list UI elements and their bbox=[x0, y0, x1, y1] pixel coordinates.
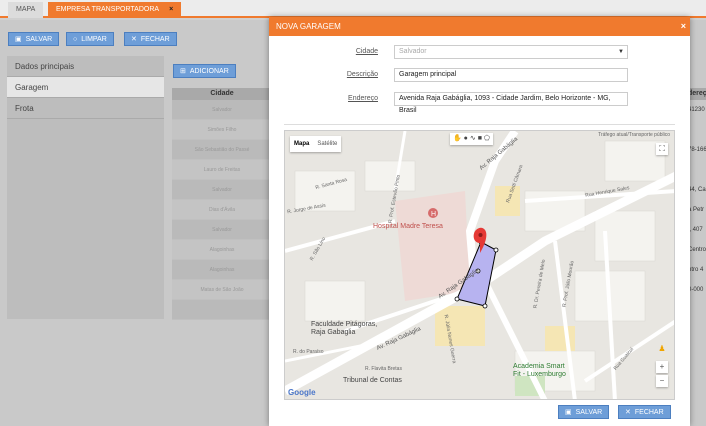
map-label-hospital: Hospital Madre Teresa bbox=[373, 223, 443, 230]
table-cell-endereco: 44, Ca bbox=[688, 187, 706, 193]
dialog-close-label: FECHAR bbox=[634, 409, 664, 416]
save-button-label: SALVAR bbox=[25, 36, 53, 43]
table-body: Salvador Simões Filho São Sebastião do Pas… bbox=[172, 100, 272, 320]
svg-text:H: H bbox=[431, 211, 436, 218]
table-row[interactable]: Simões Filho bbox=[172, 120, 272, 140]
address-label: Endereço bbox=[348, 95, 378, 102]
table-cell-endereco: l, 407 bbox=[688, 227, 703, 233]
garage-table: Cidade Salvador Simões Filho São Sebastião… bbox=[172, 88, 272, 320]
table-row[interactable]: Dias d'Ávila bbox=[172, 200, 272, 220]
plus-square-icon: ⊞ bbox=[180, 68, 186, 75]
address-field[interactable]: Avenida Raja Gabáglia, 1093 - Cidade Jar… bbox=[394, 92, 628, 114]
table-cell-endereco: 0-000 bbox=[688, 287, 704, 293]
table-right-body: 41230 78-166 44, Ca a Petr l, 407 Centro ntro … bbox=[688, 100, 706, 320]
description-label: Descrição bbox=[346, 71, 378, 78]
map-canvas: H bbox=[285, 131, 674, 399]
table-cell-endereco: Centro bbox=[688, 247, 706, 253]
map-attribution[interactable]: Tráfego atual/Transporte público bbox=[598, 132, 670, 138]
chevron-down-icon: ▼ bbox=[618, 49, 624, 55]
tab-bar: MAPA EMPRESA TRANSPORTADORA × bbox=[0, 0, 706, 18]
sidebar-item-frota[interactable]: Frota bbox=[7, 98, 164, 119]
divider bbox=[284, 124, 675, 125]
add-button-label: ADICIONAR bbox=[189, 68, 229, 75]
polygon-icon[interactable]: ⬠ bbox=[484, 135, 490, 142]
polyline-icon[interactable]: ∿ bbox=[470, 135, 476, 142]
close-button[interactable]: ✕ FECHAR bbox=[124, 32, 177, 46]
map-label-paraiso: R. do Paraíso bbox=[293, 349, 324, 355]
table-cell-endereco bbox=[688, 300, 706, 320]
table-row[interactable]: Alagoinhas bbox=[172, 240, 272, 260]
table-cell-endereco: 41230 bbox=[688, 107, 705, 113]
dialog-save-button[interactable]: ▣ SALVAR bbox=[558, 405, 610, 419]
tab-empresa-label: EMPRESA TRANSPORTADORA bbox=[56, 6, 160, 13]
circle-icon: ○ bbox=[73, 36, 78, 43]
table-cell-endereco bbox=[688, 120, 706, 140]
table-header-cidade: Cidade bbox=[172, 88, 272, 100]
sidebar-item-label: Dados principais bbox=[15, 62, 75, 71]
floppy-icon: ▣ bbox=[15, 36, 22, 43]
table-header-endereco: dereço bbox=[688, 88, 706, 100]
table-row[interactable]: Alagoinhas bbox=[172, 260, 272, 280]
table-cell-endereco: 78-166 bbox=[688, 147, 706, 153]
sidebar-item-label: Garagem bbox=[15, 83, 49, 92]
table-row[interactable]: Salvador bbox=[172, 100, 272, 120]
dialog-title: NOVA GARAGEM bbox=[276, 22, 341, 31]
dialog-close-icon[interactable]: × bbox=[681, 17, 686, 36]
close-button-label: FECHAR bbox=[140, 36, 170, 43]
table-row[interactable] bbox=[172, 300, 272, 320]
map-label-faculdade: Faculdade Pitágoras, Raja Gabaglia bbox=[311, 321, 378, 336]
tab-mapa[interactable]: MAPA bbox=[8, 2, 44, 18]
tab-mapa-label: MAPA bbox=[16, 6, 36, 13]
close-icon: ✕ bbox=[131, 36, 137, 43]
table-cell-endereco: ntro 4 bbox=[688, 267, 704, 273]
zoom-in-icon[interactable]: + bbox=[656, 361, 668, 373]
clear-button[interactable]: ○ LIMPAR bbox=[66, 32, 114, 46]
dialog-save-label: SALVAR bbox=[575, 409, 603, 416]
table-row[interactable]: Salvador bbox=[172, 180, 272, 200]
zoom-out-icon[interactable]: − bbox=[656, 375, 668, 387]
sidebar-item-garagem[interactable]: Garagem bbox=[7, 77, 164, 98]
add-button[interactable]: ⊞ ADICIONAR bbox=[173, 64, 236, 78]
sidebar-item-label: Frota bbox=[15, 104, 34, 113]
map-label-academia: Academia Smart Fit - Luxemburgo bbox=[513, 363, 566, 378]
clear-button-label: LIMPAR bbox=[81, 36, 107, 43]
dialog-close-button[interactable]: ✕ FECHAR bbox=[618, 405, 671, 419]
floppy-icon: ▣ bbox=[565, 409, 572, 416]
table-row[interactable]: Matas de São João bbox=[172, 280, 272, 300]
table-row[interactable]: São Sebastião do Passé bbox=[172, 140, 272, 160]
sidebar-item-dados-principais[interactable]: Dados principais bbox=[7, 56, 164, 77]
map-tab-mapa[interactable]: Mapa bbox=[290, 141, 313, 147]
table-right-column: dereço 41230 78-166 44, Ca a Petr l, 407 Cent… bbox=[688, 88, 706, 320]
pegman-icon[interactable]: ♟ bbox=[656, 343, 668, 355]
tab-close-icon[interactable]: × bbox=[169, 6, 173, 13]
city-select[interactable]: Salvador ▼ bbox=[394, 45, 628, 59]
table-row[interactable]: Lauro de Freitas bbox=[172, 160, 272, 180]
map-type-switch: Mapa Satélite bbox=[290, 136, 342, 152]
description-field[interactable]: Garagem principal bbox=[394, 68, 628, 82]
map-view[interactable]: H Hospital Madre Teresa Faculdade Pitágo… bbox=[284, 130, 675, 400]
circle-draw-icon[interactable]: ● bbox=[464, 135, 468, 142]
dialog-header: NOVA GARAGEM × bbox=[269, 17, 690, 36]
sidebar-panel bbox=[7, 119, 164, 319]
map-label-flavita: R. Flavita Bretas bbox=[365, 366, 402, 372]
drawing-toolbar: ✋ ● ∿ ■ ⬠ bbox=[450, 133, 493, 145]
close-icon: ✕ bbox=[625, 409, 631, 416]
table-cell-endereco: a Petr bbox=[688, 207, 705, 213]
table-cell-endereco bbox=[688, 160, 706, 180]
map-label-tribunal: Tribunal de Contas bbox=[343, 377, 402, 384]
hand-icon[interactable]: ✋ bbox=[453, 135, 462, 142]
tab-empresa-transportadora[interactable]: EMPRESA TRANSPORTADORA × bbox=[48, 2, 182, 18]
new-garage-dialog: NOVA GARAGEM × Cidade Salvador ▼ Descriçã… bbox=[269, 17, 690, 426]
city-select-value: Salvador bbox=[399, 48, 427, 55]
table-row[interactable]: Salvador bbox=[172, 220, 272, 240]
fullscreen-icon[interactable]: ⛶ bbox=[656, 143, 668, 155]
save-button[interactable]: ▣ SALVAR bbox=[8, 32, 60, 46]
city-label: Cidade bbox=[355, 48, 378, 55]
map-tab-satelite[interactable]: Satélite bbox=[313, 141, 341, 147]
google-logo: Google bbox=[288, 388, 316, 397]
rectangle-icon[interactable]: ■ bbox=[478, 135, 482, 142]
